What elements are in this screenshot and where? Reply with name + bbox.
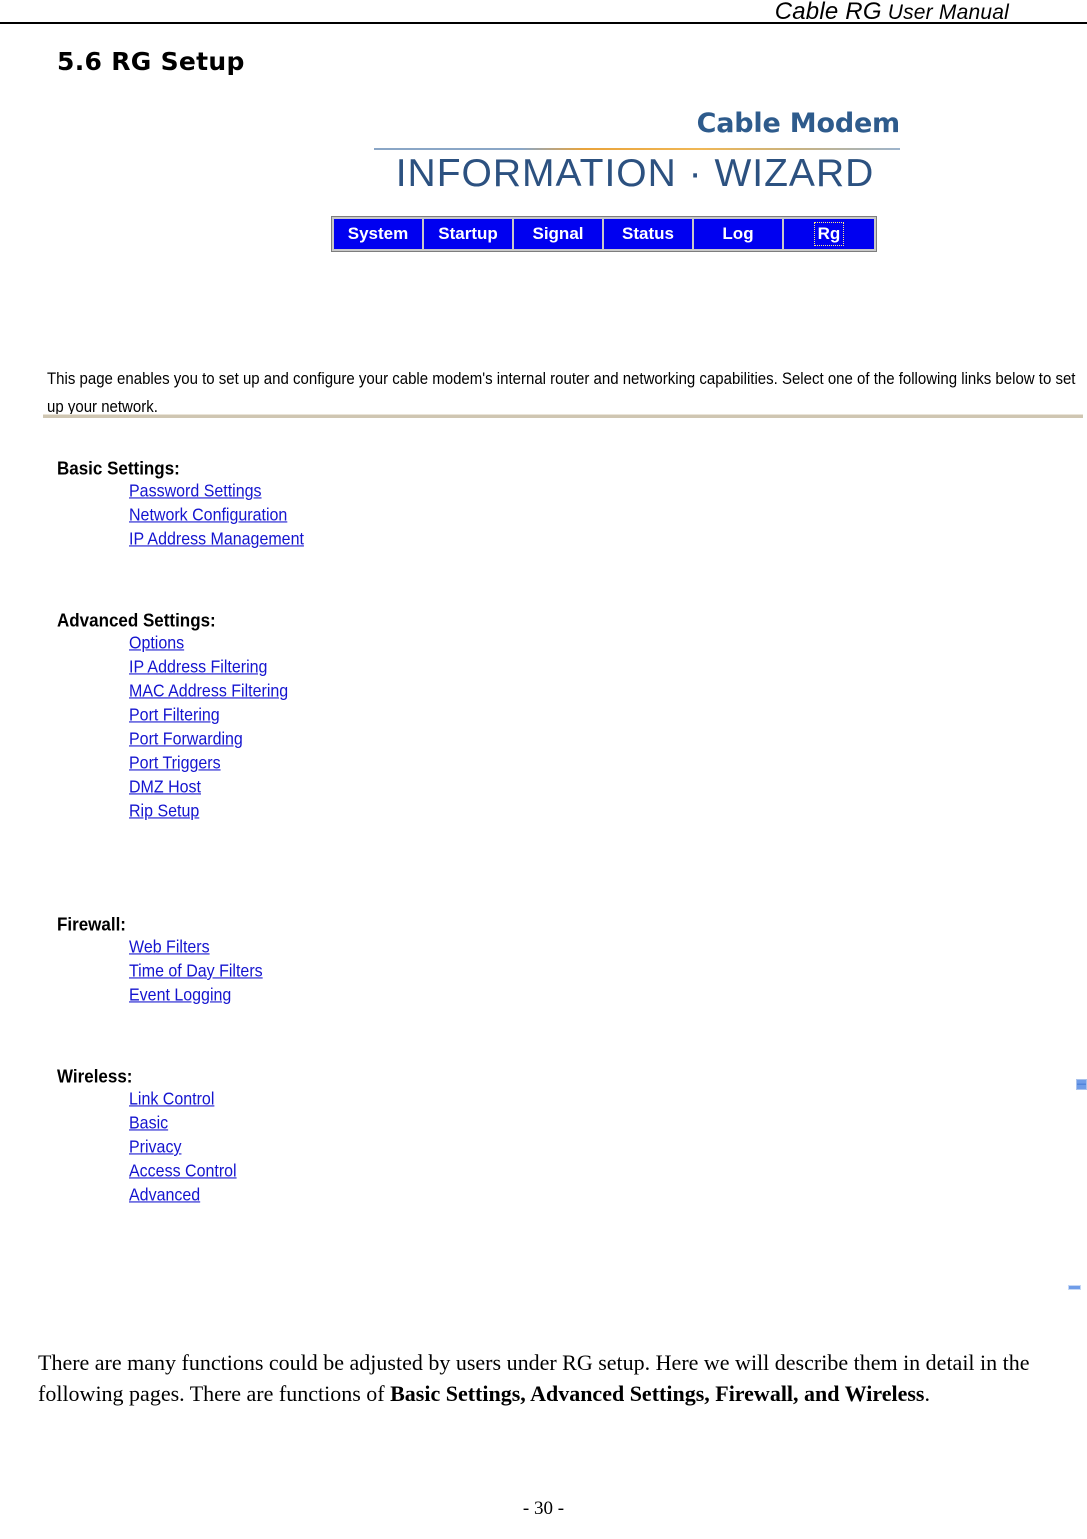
running-header-suffix: User Manual [881,1,1009,24]
description-divider-rule [43,414,1083,418]
tab-system[interactable]: System [334,219,422,249]
list-item: Port Filtering [129,707,288,724]
tab-rg[interactable]: Rg [784,219,874,249]
main-navigation-tabbar: System Startup Signal Status Log Rg [331,216,877,252]
link-privacy[interactable]: Privacy [129,1139,181,1156]
link-port-triggers[interactable]: Port Triggers [129,755,221,772]
page-description-text: This page enables you to set up and conf… [47,369,1076,417]
list-item: Web Filters [129,939,263,956]
link-dmz-host[interactable]: DMZ Host [129,779,201,796]
list-item: Event Logging [129,987,263,1004]
tab-signal-label: Signal [532,224,584,243]
list-item: Port Forwarding [129,731,288,748]
group-heading-advanced-settings: Advanced Settings: [57,610,216,631]
scrollbar-artifact-upper [1076,1079,1087,1090]
link-password-settings[interactable]: Password Settings [129,483,262,500]
group-heading-wireless: Wireless: [57,1066,133,1087]
list-item: Basic [129,1115,237,1132]
tab-status-label: Status [622,224,674,243]
link-group-basic-settings: Basic Settings: Password Settings Networ… [57,458,304,556]
logo-information-wizard-text: INFORMATION · WIZARD [395,152,875,195]
list-item: Password Settings [129,483,304,500]
scrollbar-artifact-lower [1068,1285,1081,1290]
link-event-logging[interactable]: Event Logging [129,987,231,1004]
list-item: IP Address Management [129,531,304,548]
link-options[interactable]: Options [129,635,184,652]
tab-startup[interactable]: Startup [424,219,512,249]
list-item: Link Control [129,1091,237,1108]
link-access-control[interactable]: Access Control [129,1163,237,1180]
list-item: Port Triggers [129,755,288,772]
link-list-firewall: Web Filters Time of Day Filters Event Lo… [57,939,263,1004]
tab-signal[interactable]: Signal [514,219,602,249]
link-list-advanced-settings: Options IP Address Filtering MAC Address… [57,635,288,820]
section-heading: 5.6 RG Setup [57,46,245,76]
link-time-of-day-filters[interactable]: Time of Day Filters [129,963,263,980]
link-basic[interactable]: Basic [129,1115,168,1132]
link-ip-address-management[interactable]: IP Address Management [129,531,304,548]
closing-paragraph-emphasis: Basic Settings, Advanced Settings, Firew… [390,1381,925,1406]
tab-system-label: System [347,224,409,243]
list-item: Rip Setup [129,803,288,820]
list-item: DMZ Host [129,779,288,796]
link-network-configuration[interactable]: Network Configuration [129,507,287,524]
list-item: Advanced [129,1187,237,1204]
list-item: Options [129,635,288,652]
tab-status[interactable]: Status [604,219,692,249]
link-ip-address-filtering[interactable]: IP Address Filtering [129,659,267,676]
closing-paragraph-tail: . [924,1381,930,1406]
link-web-filters[interactable]: Web Filters [129,939,210,956]
header-divider-rule [0,22,1087,24]
link-group-advanced-settings: Advanced Settings: Options IP Address Fi… [57,610,288,828]
link-list-basic-settings: Password Settings Network Configuration … [57,483,304,548]
link-advanced[interactable]: Advanced [129,1187,200,1204]
list-item: Access Control [129,1163,237,1180]
list-item: MAC Address Filtering [129,683,288,700]
list-item: Network Configuration [129,507,304,524]
link-port-forwarding[interactable]: Port Forwarding [129,731,243,748]
page-number-footer: - 30 - [522,1498,565,1519]
list-item: Time of Day Filters [129,963,263,980]
list-item: IP Address Filtering [129,659,288,676]
group-heading-firewall: Firewall: [57,914,126,935]
link-port-filtering[interactable]: Port Filtering [129,707,220,724]
tab-log-label: Log [722,224,754,243]
cable-modem-logo: Cable Modem INFORMATION · WIZARD [370,108,901,195]
tab-rg-label: Rg [813,222,845,246]
link-link-control[interactable]: Link Control [129,1091,214,1108]
link-mac-address-filtering[interactable]: MAC Address Filtering [129,683,288,700]
link-rip-setup[interactable]: Rip Setup [129,803,199,820]
link-list-wireless: Link Control Basic Privacy Access Contro… [57,1091,237,1204]
link-group-wireless: Wireless: Link Control Basic Privacy Acc… [57,1066,237,1212]
document-running-header: Cable RG User Manual [0,0,1087,30]
logo-cable-modem-text: Cable Modem [696,108,901,139]
rg-setup-screenshot-figure: Cable Modem INFORMATION · WIZARD System … [0,98,1087,1313]
tab-startup-label: Startup [438,224,498,243]
group-heading-basic-settings: Basic Settings: [57,458,180,479]
logo-gradient-rule [374,148,900,150]
link-group-firewall: Firewall: Web Filters Time of Day Filter… [57,914,263,1012]
tab-log[interactable]: Log [694,219,782,249]
closing-paragraph: There are many functions could be adjust… [38,1347,1038,1409]
list-item: Privacy [129,1139,237,1156]
